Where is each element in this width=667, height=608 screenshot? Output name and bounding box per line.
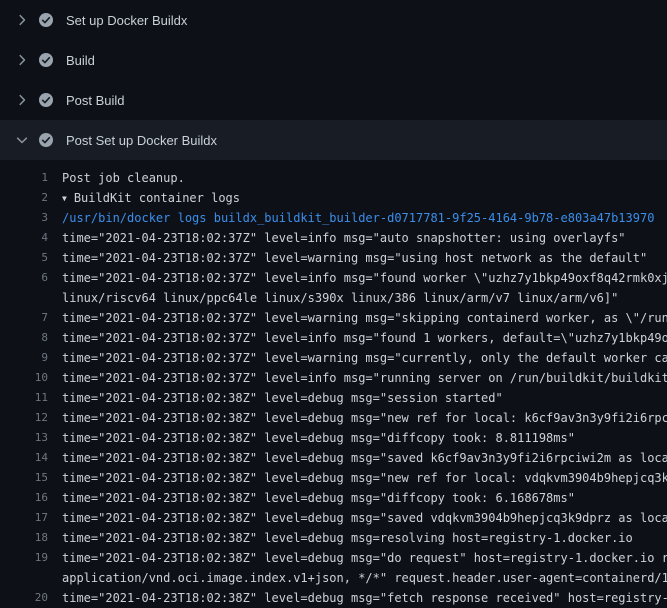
log-text: time="2021-04-23T18:02:38Z" level=debug …: [62, 468, 667, 488]
log-text: time="2021-04-23T18:02:37Z" level=warnin…: [62, 308, 667, 328]
log-line: 12time="2021-04-23T18:02:38Z" level=debu…: [0, 408, 667, 428]
line-number[interactable]: 13: [0, 428, 62, 448]
log-text: time="2021-04-23T18:02:38Z" level=debug …: [62, 488, 667, 508]
step-label: Build: [66, 53, 95, 68]
log-text: time="2021-04-23T18:02:38Z" level=debug …: [62, 388, 667, 408]
log-line: application/vnd.oci.image.index.v1+json,…: [0, 568, 667, 588]
log-line: 5time="2021-04-23T18:02:37Z" level=warni…: [0, 248, 667, 268]
line-number[interactable]: 17: [0, 508, 62, 528]
step-label: Post Build: [66, 93, 125, 108]
actions-log-viewer: Set up Docker Buildx Build Post Build Post …: [0, 0, 667, 600]
log-line: linux/riscv64 linux/ppc64le linux/s390x …: [0, 288, 667, 308]
log-line: 7time="2021-04-23T18:02:37Z" level=warni…: [0, 308, 667, 328]
chevron-right-icon: [14, 52, 30, 68]
log-line: 4time="2021-04-23T18:02:37Z" level=info …: [0, 228, 667, 248]
log-line: 9time="2021-04-23T18:02:37Z" level=warni…: [0, 348, 667, 368]
log-text: time="2021-04-23T18:02:37Z" level=warnin…: [62, 348, 667, 368]
line-number[interactable]: 7: [0, 308, 62, 328]
steps-list: Set up Docker Buildx Build Post Build Post …: [0, 0, 667, 160]
chevron-right-icon: [14, 92, 30, 108]
log-text: linux/riscv64 linux/ppc64le linux/s390x …: [62, 288, 667, 308]
log-line: 8time="2021-04-23T18:02:37Z" level=info …: [0, 328, 667, 348]
line-number[interactable]: 19: [0, 548, 62, 568]
line-number[interactable]: 15: [0, 468, 62, 488]
line-number[interactable]: 3: [0, 208, 62, 228]
success-check-icon: [38, 92, 54, 108]
log-line: 10time="2021-04-23T18:02:37Z" level=info…: [0, 368, 667, 388]
log-text: time="2021-04-23T18:02:37Z" level=warnin…: [62, 248, 667, 268]
step-header-build[interactable]: Build: [0, 40, 667, 80]
log-line: 11time="2021-04-23T18:02:38Z" level=debu…: [0, 388, 667, 408]
line-number[interactable]: 2: [0, 188, 62, 208]
log-line: 6time="2021-04-23T18:02:37Z" level=info …: [0, 268, 667, 288]
log-text: time="2021-04-23T18:02:37Z" level=info m…: [62, 368, 667, 388]
line-number[interactable]: 1: [0, 168, 62, 188]
log-panel: 1Post job cleanup.2▼ BuildKit container l…: [0, 160, 667, 608]
step-header-post-build[interactable]: Post Build: [0, 80, 667, 120]
log-line: 1Post job cleanup.: [0, 168, 667, 188]
line-number[interactable]: 12: [0, 408, 62, 428]
chevron-down-icon: [14, 132, 30, 148]
log-line: 2▼ BuildKit container logs: [0, 188, 667, 208]
success-check-icon: [38, 12, 54, 28]
log-line: 18time="2021-04-23T18:02:38Z" level=debu…: [0, 528, 667, 548]
log-line: 16time="2021-04-23T18:02:38Z" level=debu…: [0, 488, 667, 508]
line-number[interactable]: 16: [0, 488, 62, 508]
log-line: 14time="2021-04-23T18:02:38Z" level=debu…: [0, 448, 667, 468]
success-check-icon: [38, 52, 54, 68]
log-line: 3/usr/bin/docker logs buildx_buildkit_bu…: [0, 208, 667, 228]
line-number[interactable]: 20: [0, 588, 62, 608]
log-group-toggle[interactable]: ▼ BuildKit container logs: [62, 188, 667, 208]
log-line: 20time="2021-04-23T18:02:38Z" level=debu…: [0, 588, 667, 608]
line-number[interactable]: 4: [0, 228, 62, 248]
line-number[interactable]: 14: [0, 448, 62, 468]
step-header-post-set-up-docker-buildx[interactable]: Post Set up Docker Buildx: [0, 120, 667, 160]
log-text: time="2021-04-23T18:02:38Z" level=debug …: [62, 588, 667, 608]
line-number[interactable]: 5: [0, 248, 62, 268]
log-text: time="2021-04-23T18:02:37Z" level=info m…: [62, 328, 667, 348]
success-check-icon: [38, 132, 54, 148]
log-line: 19time="2021-04-23T18:02:38Z" level=debu…: [0, 548, 667, 568]
triangle-down-icon: ▼: [62, 189, 67, 208]
line-number[interactable]: 9: [0, 348, 62, 368]
log-text: Post job cleanup.: [62, 168, 667, 188]
log-text: time="2021-04-23T18:02:38Z" level=debug …: [62, 448, 667, 468]
line-number[interactable]: 6: [0, 268, 62, 288]
log-group-label: BuildKit container logs: [74, 191, 240, 205]
log-text: time="2021-04-23T18:02:38Z" level=debug …: [62, 508, 667, 528]
log-text: time="2021-04-23T18:02:37Z" level=info m…: [62, 228, 667, 248]
line-number[interactable]: 18: [0, 528, 62, 548]
log-line: 17time="2021-04-23T18:02:38Z" level=debu…: [0, 508, 667, 528]
log-text: time="2021-04-23T18:02:38Z" level=debug …: [62, 548, 667, 568]
chevron-right-icon: [14, 12, 30, 28]
step-header-set-up-docker-buildx[interactable]: Set up Docker Buildx: [0, 0, 667, 40]
log-line: 15time="2021-04-23T18:02:38Z" level=debu…: [0, 468, 667, 488]
line-number[interactable]: [0, 568, 62, 588]
line-number[interactable]: 10: [0, 368, 62, 388]
log-command-text: /usr/bin/docker logs buildx_buildkit_bui…: [62, 208, 667, 228]
log-text: time="2021-04-23T18:02:38Z" level=debug …: [62, 408, 667, 428]
step-label: Post Set up Docker Buildx: [66, 133, 217, 148]
log-text: time="2021-04-23T18:02:38Z" level=debug …: [62, 528, 667, 548]
step-label: Set up Docker Buildx: [66, 13, 187, 28]
line-number[interactable]: 8: [0, 328, 62, 348]
log-line: 13time="2021-04-23T18:02:38Z" level=debu…: [0, 428, 667, 448]
log-text: time="2021-04-23T18:02:38Z" level=debug …: [62, 428, 667, 448]
log-text: time="2021-04-23T18:02:37Z" level=info m…: [62, 268, 667, 288]
line-number[interactable]: 11: [0, 388, 62, 408]
line-number[interactable]: [0, 288, 62, 308]
log-text: application/vnd.oci.image.index.v1+json,…: [62, 568, 667, 588]
